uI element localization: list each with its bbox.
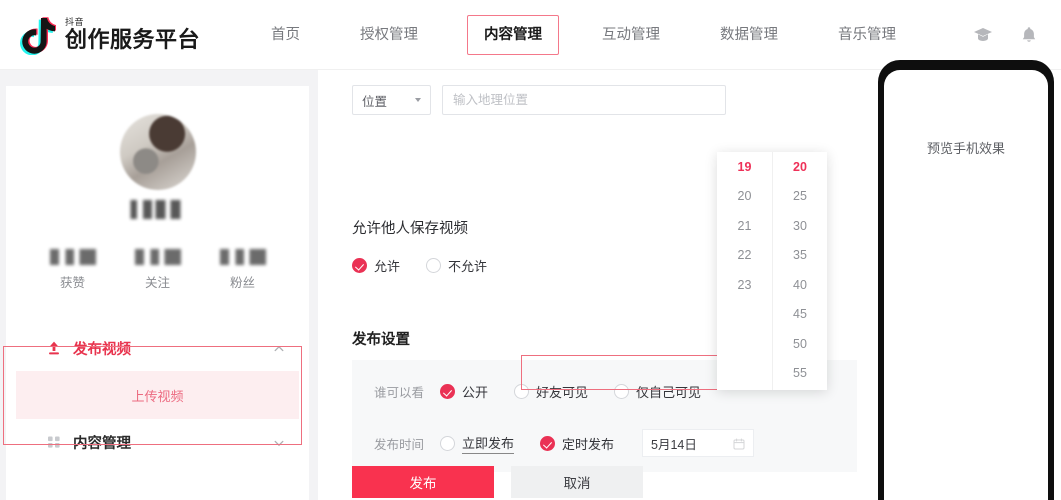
- cancel-button[interactable]: 取消: [511, 466, 643, 498]
- sidebar-item-content-management[interactable]: 内容管理: [6, 419, 309, 465]
- page-root: 抖音 创作服务平台 首页 授权管理 内容管理 互动管理 数据管理 音乐管理 获赞…: [0, 0, 1061, 500]
- publish-time-label: 发布时间: [374, 437, 425, 452]
- nav-item-home[interactable]: 首页: [266, 25, 305, 45]
- publish-time-row: 发布时间 立即发布 定时发布 5月14日: [374, 429, 755, 457]
- time-picker-hour-19[interactable]: 19: [717, 152, 772, 182]
- radio-publish-now-label: 立即发布: [462, 433, 515, 454]
- time-picker-minute-50[interactable]: 50: [773, 329, 827, 359]
- phone-screen: 预览手机效果: [884, 70, 1048, 500]
- profile-stats: 获赞 关注 粉丝: [6, 249, 309, 291]
- radio-friends-only[interactable]: 好友可见: [514, 382, 588, 401]
- stat-following: 关注: [115, 249, 200, 291]
- radio-disallow-save-dot: [426, 258, 442, 273]
- stat-fans-value: [219, 249, 266, 265]
- visibility-row: 谁可以看 公开 好友可见 仅自己可见: [374, 382, 727, 401]
- location-input[interactable]: [442, 85, 726, 115]
- brand-subtitle: 抖音: [65, 17, 85, 27]
- stat-likes-value: [49, 249, 96, 265]
- radio-private[interactable]: 仅自己可见: [614, 382, 701, 401]
- radio-schedule-publish[interactable]: 定时发布: [540, 434, 614, 453]
- time-picker-minute-55[interactable]: 55: [773, 359, 827, 389]
- radio-allow-save[interactable]: 允许: [352, 256, 400, 275]
- caret-down-icon: [415, 98, 421, 102]
- stat-fans: 粉丝: [200, 249, 285, 291]
- schedule-date-field[interactable]: 5月14日: [642, 429, 755, 457]
- sidebar-group-publish: 发布视频 上传视频: [6, 325, 309, 419]
- nav-item-interaction-management[interactable]: 互动管理: [597, 25, 665, 45]
- time-picker-hour-20[interactable]: 20: [717, 182, 772, 212]
- publish-button[interactable]: 发布: [352, 466, 494, 498]
- username: [126, 200, 189, 219]
- time-picker-hour-21[interactable]: 21: [717, 211, 772, 241]
- brand-text: 抖音 创作服务平台: [65, 17, 200, 52]
- stat-fans-label: 粉丝: [229, 276, 255, 290]
- douyin-note-icon: [18, 15, 57, 55]
- nav-item-data-management[interactable]: 数据管理: [715, 25, 783, 45]
- radio-publish-now[interactable]: 立即发布: [440, 433, 515, 454]
- radio-disallow-save-label: 不允许: [448, 259, 488, 274]
- radio-public-label: 公开: [462, 385, 489, 400]
- avatar: [119, 114, 196, 190]
- time-picker-hour-23[interactable]: 23: [717, 270, 772, 300]
- time-picker-minute-40[interactable]: 40: [773, 270, 827, 300]
- radio-friends-only-dot: [514, 384, 530, 399]
- time-picker-hours-column[interactable]: 19 20 21 22 23: [717, 152, 772, 390]
- radio-schedule-publish-label: 定时发布: [562, 436, 615, 452]
- time-picker-minute-25[interactable]: 25: [773, 182, 827, 212]
- main-nav: 首页 授权管理 内容管理 互动管理 数据管理 音乐管理: [266, 0, 951, 70]
- radio-private-label: 仅自己可见: [636, 385, 702, 400]
- radio-friends-only-label: 好友可见: [536, 385, 589, 400]
- allow-save-title: 允许他人保存视频: [352, 221, 468, 237]
- sidebar-item-content-management-label: 内容管理: [73, 435, 131, 452]
- schedule-date-value: 5月14日: [651, 437, 697, 452]
- time-picker-minute-20[interactable]: 20: [773, 152, 827, 182]
- radio-disallow-save[interactable]: 不允许: [426, 256, 487, 275]
- header-icon-group: [973, 25, 1039, 45]
- chevron-down-icon[interactable]: [273, 436, 285, 448]
- sidebar-item-publish-video[interactable]: 发布视频: [6, 325, 309, 371]
- calendar-icon: [733, 437, 745, 450]
- time-picker-minute-30[interactable]: 30: [773, 211, 827, 241]
- sidebar-item-publish-video-label: 发布视频: [73, 341, 131, 358]
- stat-likes: 获赞: [30, 249, 115, 291]
- radio-schedule-publish-dot: [540, 435, 556, 451]
- sidebar: 获赞 关注 粉丝 发布视频 上传视频 内容管理: [6, 86, 309, 500]
- grid-icon: [46, 434, 62, 450]
- chevron-up-icon[interactable]: [273, 342, 285, 354]
- radio-public-dot: [440, 384, 455, 399]
- bell-icon[interactable]: [1019, 25, 1039, 45]
- phone-mockup: 预览手机效果: [878, 60, 1054, 500]
- publish-settings-title: 发布设置: [352, 332, 410, 348]
- brand-title: 创作服务平台: [65, 27, 201, 52]
- stat-following-value: [134, 249, 181, 265]
- radio-private-dot: [614, 384, 630, 399]
- location-row: 位置: [352, 85, 726, 115]
- location-type-select[interactable]: 位置: [352, 85, 431, 115]
- upload-icon: [46, 340, 62, 356]
- sidebar-menu: 发布视频 上传视频 内容管理: [6, 325, 309, 465]
- time-picker-dropdown[interactable]: 19 20 21 22 23 20 25 30 35 40 45 50 55: [717, 152, 827, 390]
- radio-allow-save-dot: [352, 258, 367, 273]
- nav-item-authorization[interactable]: 授权管理: [355, 25, 423, 45]
- location-type-value: 位置: [362, 94, 388, 109]
- radio-public[interactable]: 公开: [440, 382, 488, 401]
- preview-label: 预览手机效果: [926, 141, 1005, 156]
- visibility-label: 谁可以看: [374, 386, 425, 400]
- time-picker-minutes-column[interactable]: 20 25 30 35 40 45 50 55: [772, 152, 827, 390]
- stat-likes-label: 获赞: [59, 276, 85, 290]
- graduation-cap-icon[interactable]: [973, 25, 993, 45]
- nav-item-content-management[interactable]: 内容管理: [467, 14, 560, 55]
- brand-logo[interactable]: 抖音 创作服务平台: [18, 15, 200, 55]
- radio-publish-now-dot: [440, 435, 455, 451]
- time-picker-hour-22[interactable]: 22: [717, 241, 772, 271]
- stat-following-label: 关注: [144, 276, 170, 290]
- sidebar-group-content: 内容管理: [6, 419, 309, 465]
- nav-item-music-management[interactable]: 音乐管理: [833, 25, 901, 45]
- time-picker-minute-35[interactable]: 35: [773, 241, 827, 271]
- profile-card: 获赞 关注 粉丝: [6, 86, 309, 291]
- radio-allow-save-label: 允许: [374, 259, 401, 274]
- time-picker-minute-45[interactable]: 45: [773, 300, 827, 330]
- sidebar-subitem-upload-video[interactable]: 上传视频: [16, 371, 299, 419]
- allow-save-radio-group: 允许 不允许: [352, 256, 513, 275]
